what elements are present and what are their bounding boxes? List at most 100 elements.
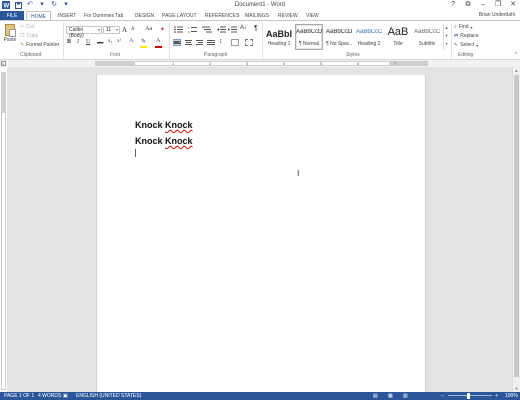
copy-icon: ❐ — [20, 33, 25, 39]
font-size-combo[interactable]: 11 ▾ — [103, 26, 120, 34]
group-label-editing: Editing — [458, 52, 474, 58]
borders-icon[interactable] — [245, 39, 253, 46]
style-name: ¶ No Spac... — [326, 41, 352, 47]
chevron-down-icon[interactable]: ▼ — [444, 32, 449, 40]
zoom-in-button[interactable]: + — [495, 392, 498, 400]
style-name: Subtitle — [418, 41, 436, 47]
style-no-spacing[interactable]: AaBbCcDc ¶ No Spac... — [325, 24, 353, 50]
style-sample: AaB — [387, 26, 409, 38]
cut-button[interactable]: ✂ Cut — [20, 24, 34, 30]
close-button[interactable]: ✕ — [508, 0, 518, 10]
increase-indent-icon[interactable] — [228, 26, 237, 33]
font-color-icon[interactable]: A — [156, 38, 160, 44]
window-title: Document1 - Word — [234, 2, 286, 8]
svg-text:2: 2 — [188, 30, 190, 33]
zoom-slider[interactable] — [448, 395, 492, 396]
horizontal-ruler[interactable]: 1 2 3 4 5 6 7 — [95, 61, 428, 66]
restore-button[interactable]: ❐ — [493, 0, 503, 10]
print-layout-icon[interactable]: ▦ — [388, 392, 393, 400]
copy-button[interactable]: ❐ Copy — [20, 33, 38, 39]
align-right-button[interactable] — [196, 39, 204, 46]
style-title[interactable]: AaB Title — [384, 24, 412, 50]
word: Knock — [135, 120, 163, 130]
style-name: Heading 2 — [357, 41, 381, 47]
more-icon[interactable]: ▾ — [444, 40, 449, 48]
tab-selector[interactable]: L — [1, 61, 6, 66]
group-divider — [451, 23, 452, 59]
chevron-down-icon[interactable]: ▾ — [116, 27, 118, 33]
shrink-font-button[interactable]: A — [131, 27, 135, 32]
highlight-icon[interactable]: ✎ — [141, 38, 146, 45]
find-button[interactable]: ⌕ Find ▾ — [454, 24, 473, 30]
chevron-down-icon[interactable]: ▾ — [98, 27, 100, 33]
show-formatting-marks-button[interactable]: ¶ — [254, 25, 258, 32]
superscript-button[interactable]: x² — [117, 39, 121, 44]
read-mode-icon[interactable]: ▤ — [373, 392, 378, 400]
scrollbar-thumb[interactable] — [514, 75, 519, 377]
align-left-button[interactable] — [173, 39, 181, 46]
highlight-color-swatch — [140, 46, 147, 48]
scroll-down-icon[interactable]: ▼ — [513, 385, 520, 392]
align-center-button[interactable] — [185, 39, 193, 46]
strikethrough-button[interactable]: abc — [97, 40, 103, 45]
brush-icon: ✎ — [20, 42, 25, 48]
clear-formatting-icon[interactable]: ✦ — [160, 26, 165, 33]
font-color-swatch — [155, 46, 162, 48]
clipboard-icon — [5, 24, 16, 37]
help-button[interactable]: ? — [448, 0, 458, 10]
replace-button[interactable]: ⇄ Replace — [454, 33, 479, 39]
text-effects-icon[interactable]: A — [129, 38, 133, 44]
chevron-up-icon[interactable]: ▲ — [444, 24, 449, 32]
bold-button[interactable]: B — [67, 39, 71, 45]
font-size-value: 11 — [106, 27, 112, 33]
italic-button[interactable]: I — [77, 39, 79, 45]
styles-gallery-scroll[interactable]: ▲ ▼ ▾ — [443, 24, 449, 50]
collapse-ribbon-icon[interactable]: ^ — [515, 52, 517, 58]
group-label-styles: Styles — [346, 52, 360, 58]
scroll-up-icon[interactable]: ▲ — [513, 67, 520, 74]
zoom-out-button[interactable]: − — [441, 392, 444, 400]
document-line-1[interactable]: Knock Knock — [135, 120, 193, 130]
line-spacing-icon[interactable]: ↕ — [219, 38, 223, 45]
page-count[interactable]: PAGE 1 OF 1 — [4, 392, 34, 400]
sort-icon[interactable]: A↓ — [240, 25, 247, 31]
ribbon-display-button[interactable]: ⧉ — [463, 0, 473, 10]
subscript-button[interactable]: x₂ — [108, 39, 112, 44]
user-name[interactable]: Brian Underdahl — [479, 12, 515, 18]
style-heading-2[interactable]: AaBbCcC Heading 2 — [355, 24, 383, 50]
language-indicator[interactable]: ENGLISH (UNITED STATES) — [76, 392, 141, 400]
minimize-button[interactable]: – — [478, 0, 488, 10]
change-case-button[interactable]: Aa — [145, 26, 152, 32]
style-normal[interactable]: AaBbCcDc ¶ Normal — [295, 24, 323, 50]
numbering-icon[interactable]: 12 — [188, 26, 200, 34]
shading-icon[interactable] — [231, 39, 239, 46]
misspelled-word[interactable]: Knock — [165, 120, 193, 130]
proofing-icon[interactable]: ▣ — [63, 392, 68, 400]
style-subtitle[interactable]: AaBbCcC Subtitle — [413, 24, 441, 50]
vertical-scrollbar[interactable]: ▲ ▼ — [512, 67, 520, 392]
zoom-slider-thumb[interactable] — [467, 393, 470, 399]
bullets-icon[interactable] — [174, 26, 186, 33]
replace-icon: ⇄ — [454, 33, 459, 39]
web-layout-icon[interactable]: ▥ — [403, 392, 408, 400]
misspelled-word[interactable]: Knock — [165, 136, 193, 146]
font-name-combo[interactable]: Calibri (Body) ▾ — [66, 26, 102, 39]
multilevel-list-icon[interactable] — [202, 26, 214, 33]
decrease-indent-icon[interactable] — [217, 26, 226, 33]
underline-button[interactable]: U — [86, 39, 90, 45]
vertical-ruler[interactable] — [1, 72, 6, 390]
document-page[interactable]: Knock Knock Knock Knock — [96, 75, 426, 392]
style-sample: AaBbCcC — [356, 29, 382, 35]
paste-button[interactable]: Paste — [3, 24, 17, 48]
justify-button[interactable] — [207, 39, 215, 46]
paste-label: Paste — [3, 37, 17, 43]
word-count[interactable]: 4 WORDS — [38, 392, 61, 400]
grow-font-button[interactable]: A — [122, 26, 127, 34]
format-painter-button[interactable]: ✎ Format Painter — [20, 42, 59, 48]
style-name: Heading 1 — [267, 41, 291, 47]
document-line-2[interactable]: Knock Knock — [135, 136, 193, 146]
cut-label: Cut — [26, 24, 34, 30]
style-heading-1[interactable]: AaBbI Heading 1 — [265, 24, 293, 50]
zoom-level[interactable]: 100% — [505, 392, 518, 400]
select-button[interactable]: ↖ Select ▾ — [454, 42, 478, 48]
